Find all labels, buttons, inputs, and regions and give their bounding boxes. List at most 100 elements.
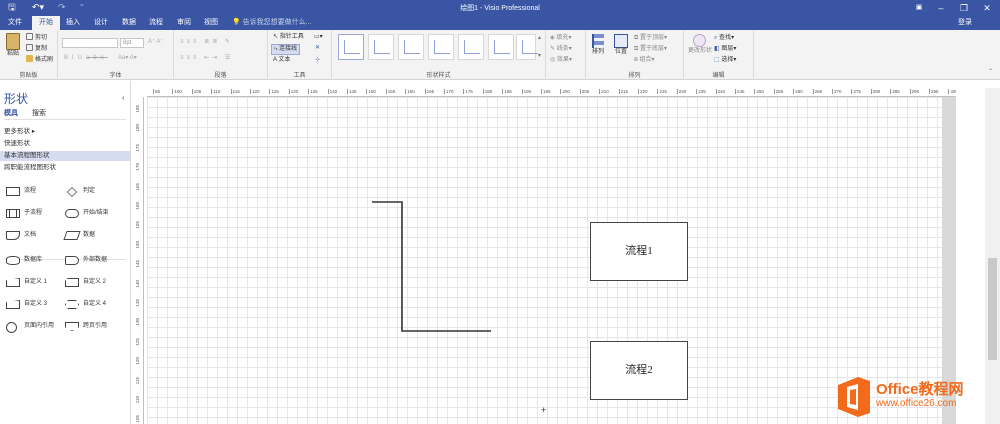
grow-font-icon[interactable]: A⁺ A⁻ [148,38,164,47]
stencil-shape[interactable]: 数据 [63,230,95,242]
shape-style-3[interactable] [398,34,424,60]
stencil-shape[interactable]: 自定义 3 [6,299,47,311]
stencil-shape[interactable]: 外部数据 [65,255,107,267]
tab-home[interactable]: 开始 [32,16,60,30]
stencil-shape[interactable]: 数据库 [6,255,42,267]
stencil-shape[interactable]: 流程 [6,186,36,198]
ribbon-display-options-icon[interactable]: ▣ [908,1,930,15]
stencil-shape[interactable]: 开始/结束 [65,208,109,220]
tools-group-label: 工具 [293,73,306,79]
stencil-shape[interactable]: 文档 [6,230,36,242]
group-button[interactable]: ⧈ 组合▾ [634,56,655,65]
shape-style-6[interactable] [488,34,514,60]
connection-point-icon[interactable]: ⊹ [315,56,320,65]
align-top-icons[interactable]: ≡≡≡ ≣≣ ✎ [180,38,233,47]
tab-file[interactable]: 文件 [4,16,26,30]
cut-button[interactable]: 剪切 [26,33,47,43]
ruler-tick-label: 180 [135,124,140,132]
tab-design[interactable]: 设计 [90,16,112,30]
shape-thumbnail-icon [6,322,17,333]
stencil-shape[interactable]: 子流程 [6,208,42,220]
layer-button[interactable]: ◧ 图层▾ [714,45,736,54]
more-shapes-label: 更多形状 [4,128,30,135]
shape-styles-group-label: 形状样式 [426,73,451,79]
tab-stencils[interactable]: 模具 [4,108,18,118]
fill-button[interactable]: ◈ 填充▾ [550,34,571,43]
font-color-icon[interactable]: Aa▾ A▾ [118,54,137,63]
connector-line[interactable] [147,97,942,424]
sign-in-link[interactable]: 登录 [958,16,972,30]
ruler-tick-label: 200 [560,89,570,94]
stencil-shape[interactable]: 自定义 2 [65,277,106,289]
process-shape-2[interactable]: 流程2 [590,341,688,400]
gallery-scroll-icon[interactable]: ▴ [538,34,541,43]
text-tool-button[interactable]: A 文本 [273,56,290,65]
font-name-combo[interactable] [62,38,118,48]
ruler-tick-label: 210 [599,89,609,94]
collapse-pane-icon[interactable]: ‹ [122,93,125,102]
stencil-shape-label: 数据库 [24,257,43,263]
ruler-tick-label: 140 [327,89,338,94]
ruler-tick-label: 170 [135,163,140,171]
change-shape-button[interactable]: 更改形状 [686,34,714,56]
stencil-shape-label: 自定义 3 [24,301,48,307]
font-size-combo[interactable]: 8pt [120,38,144,48]
format-painter-button[interactable]: 格式刷 [26,55,53,65]
tab-review[interactable]: 审阅 [173,16,195,30]
stencil-quick-shapes[interactable]: 快速形状 [4,139,30,149]
select-button[interactable]: ⬚ 选择▾ [714,56,736,65]
tell-me-search[interactable]: 💡 告诉我您想要做什么... [232,16,312,30]
rectangle-tool-icon[interactable]: ▭▾ [314,33,323,42]
shape-style-2[interactable] [368,34,394,60]
process-shape-1[interactable]: 流程1 [590,222,688,281]
align-button[interactable]: 排列 [590,34,606,57]
gallery-more-icon[interactable]: ▾ [538,52,541,61]
shape-style-4[interactable] [428,34,454,60]
tab-process[interactable]: 流程 [145,16,167,30]
more-shapes-item[interactable]: 更多形状 ▸ [4,127,35,137]
copy-button[interactable]: 复制 [26,44,47,54]
scrollbar-thumb[interactable] [988,258,997,360]
stencil-basic-flowchart[interactable]: 基本流程图形状 [0,151,130,161]
shape-style-1[interactable] [338,34,364,60]
line-button[interactable]: ✎ 线条▾ [550,45,572,54]
drawing-canvas[interactable]: 流程1 流程2 + [147,97,942,424]
ruler-tick-label: 175 [135,143,140,152]
paste-button[interactable]: 粘贴 [4,33,22,67]
close-button[interactable]: ✕ [976,1,998,15]
shape-styles-group: ▴ ▾ 形状样式 [332,30,546,80]
tab-data[interactable]: 数据 [118,16,140,30]
ruler-tick-label: 130 [288,89,299,94]
close-tool-icon[interactable]: ✕ [315,44,320,53]
stencil-cross-functional[interactable]: 跨职能流程图形状 [4,163,56,173]
shape-thumbnail-icon [67,187,77,197]
bring-to-front-button[interactable]: ⧉ 置于顶层▾ [634,34,667,43]
shape-thumbnail-icon [6,256,20,265]
align-text-icons[interactable]: ≡≡≡ ⇤⇥ ☰ [180,54,233,63]
pointer-tool-button[interactable]: ↖ 指针工具 [273,33,304,42]
tab-view[interactable]: 视图 [200,16,222,30]
position-button[interactable]: 位置 [612,34,630,57]
tab-insert[interactable]: 插入 [62,16,84,30]
stencil-shape[interactable]: 跨页引用 [65,321,107,333]
shape-style-5[interactable] [458,34,484,60]
ruler-tick-label: 270 [832,89,842,94]
tab-search[interactable]: 搜索 [32,108,46,118]
select-icon: ⬚ [714,57,720,63]
collapse-ribbon-icon[interactable]: ⌃ [988,68,993,77]
send-to-back-button[interactable]: ⧉ 置于底层▾ [634,45,667,54]
ruler-tick-label: 265 [812,89,823,94]
change-shape-label: 更改形状 [687,48,712,54]
restore-button[interactable]: ❐ [953,1,975,15]
connector-tool-button[interactable]: ⤷ 连接线 [271,44,301,55]
find-button[interactable]: ⌕ 查找▾ [714,34,734,43]
stencil-shape[interactable]: 判定 [65,186,95,198]
stencil-shape[interactable]: 页面内引用 [6,321,54,333]
stencil-shape[interactable]: 自定义 4 [65,299,106,311]
shape-style-7[interactable] [516,34,538,60]
effect-button[interactable]: ◎ 效果▾ [550,56,572,65]
font-style-buttons[interactable]: BIUabc [64,54,108,63]
ruler-tick-label: 260 [793,89,803,94]
minimize-button[interactable]: – [930,1,952,15]
stencil-shape[interactable]: 自定义 1 [6,277,47,289]
